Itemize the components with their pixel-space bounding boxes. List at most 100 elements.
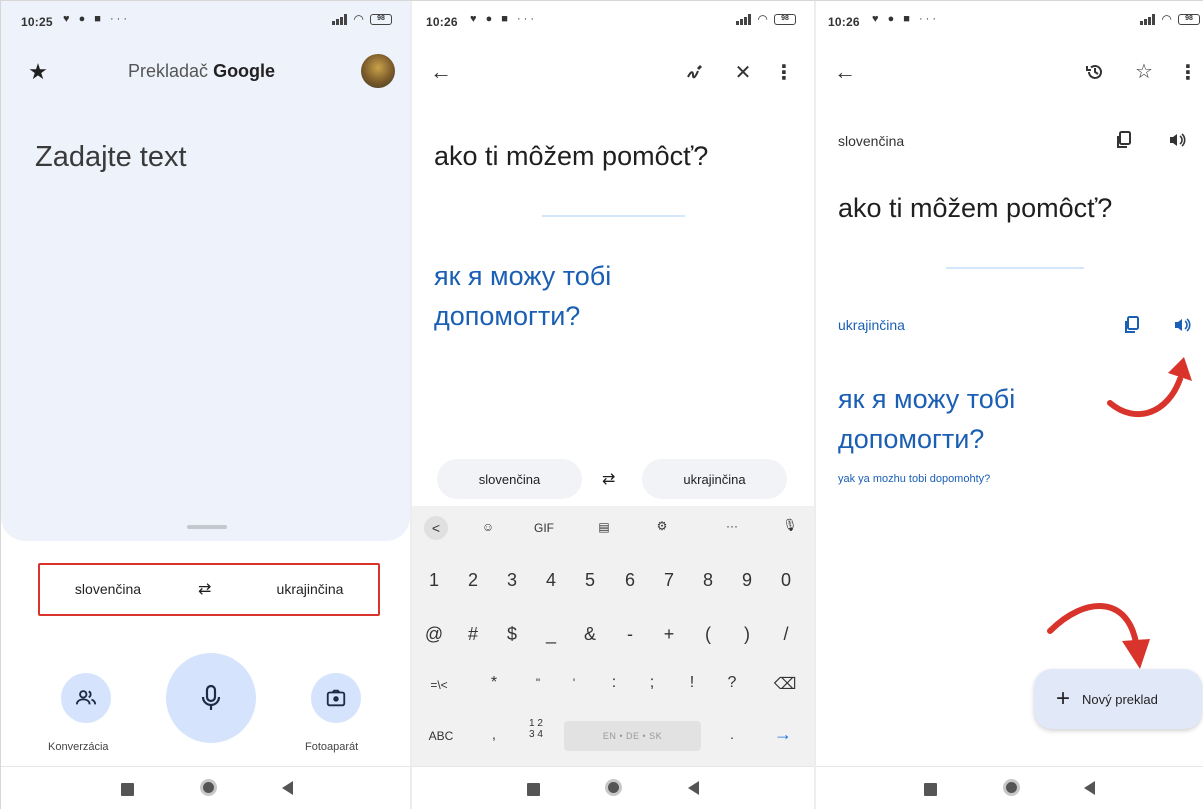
back-nav-icon[interactable]: [1084, 781, 1095, 795]
divider-line: [542, 215, 685, 217]
space-bar[interactable]: EN • DE • SK: [564, 721, 701, 751]
voice-input-icon[interactable]: 🎙: [778, 518, 802, 532]
battery-icon: 98: [1178, 13, 1200, 25]
clear-icon[interactable]: ✕: [730, 59, 756, 85]
source-text-input[interactable]: ako ti môžem pomôcť?: [434, 141, 708, 172]
source-text[interactable]: ako ti môžem pomôcť?: [838, 193, 1112, 224]
people-icon: [75, 690, 97, 705]
home-icon[interactable]: [200, 779, 217, 796]
swap-languages-icon[interactable]: ⇄: [602, 469, 615, 489]
key-5[interactable]: 5: [578, 570, 602, 591]
key-ampersand[interactable]: &: [578, 624, 602, 645]
key-6[interactable]: 6: [618, 570, 642, 591]
microphone-icon: [201, 684, 221, 710]
wifi-icon: ◠: [757, 12, 768, 26]
status-bar: 10:26 ♥ ● ■ ··· ◠ 98: [816, 1, 1203, 45]
key-more-symbols[interactable]: =\<: [422, 678, 456, 692]
input-card[interactable]: [1, 1, 410, 541]
recents-icon[interactable]: [527, 783, 540, 796]
keyboard-collapse-icon[interactable]: <: [424, 516, 448, 540]
microphone-button[interactable]: [166, 653, 256, 743]
signal-icon: [1139, 13, 1156, 25]
translation-output[interactable]: як я можу тобі допомогти?: [434, 256, 611, 336]
back-nav-icon[interactable]: [282, 781, 293, 795]
keyboard[interactable]: < ☺ GIF ▤ ⚙ ··· 🎙 1 2 3 4 5 6 7 8 9 0 @ …: [412, 506, 814, 766]
back-nav-icon[interactable]: [688, 781, 699, 795]
text-input-placeholder[interactable]: Zadajte text: [35, 141, 187, 174]
new-translation-button[interactable]: + Nový preklad: [1034, 669, 1202, 729]
key-hash[interactable]: #: [461, 624, 485, 645]
clipboard-icon[interactable]: ▤: [592, 520, 616, 534]
star-outline-icon[interactable]: ☆: [1131, 58, 1157, 84]
translation-line-1: як я можу тобі: [838, 384, 1016, 414]
home-icon[interactable]: [605, 779, 622, 796]
gif-button[interactable]: GIF: [529, 521, 559, 535]
avatar[interactable]: [361, 54, 395, 88]
handwriting-icon[interactable]: [682, 59, 708, 85]
phone-screen-typing: 10:26 ♥ ● ■ ··· ◠ 98 ← ✕ ⋮ ako ti môžem …: [412, 1, 814, 809]
back-arrow-icon[interactable]: ←: [832, 59, 858, 85]
key-plus[interactable]: +: [657, 624, 681, 645]
key-7[interactable]: 7: [657, 570, 681, 591]
copy-icon[interactable]: [1121, 314, 1143, 336]
camera-icon: [326, 689, 346, 707]
more-options-icon[interactable]: ···: [720, 519, 744, 533]
status-time: 10:25: [21, 15, 53, 29]
speaker-icon[interactable]: [1166, 129, 1188, 151]
home-icon[interactable]: [1003, 779, 1020, 796]
enter-key[interactable]: →: [768, 724, 798, 745]
notification-icons: ♥ ● ■ ···: [63, 13, 130, 25]
key-4[interactable]: 4: [539, 570, 563, 591]
key-period[interactable]: .: [724, 726, 740, 742]
recents-icon[interactable]: [924, 783, 937, 796]
key-3[interactable]: 3: [500, 570, 524, 591]
key-semicolon[interactable]: ;: [640, 674, 664, 692]
key-at[interactable]: @: [422, 624, 446, 645]
notification-icons: ♥ ● ■ ···: [872, 13, 939, 25]
key-double-quote[interactable]: ": [526, 676, 550, 690]
history-icon[interactable]: [1082, 59, 1108, 85]
star-icon[interactable]: ★: [25, 59, 51, 85]
target-language-button[interactable]: ukrajinčina: [642, 459, 787, 499]
key-8[interactable]: 8: [696, 570, 720, 591]
key-exclamation[interactable]: !: [680, 674, 704, 692]
drag-handle[interactable]: [187, 525, 227, 529]
backspace-icon[interactable]: ⌫: [770, 674, 800, 694]
signal-icon: [735, 13, 752, 25]
key-abc[interactable]: ABC: [424, 729, 458, 743]
camera-button[interactable]: [311, 673, 361, 723]
key-single-quote[interactable]: ': [562, 676, 586, 690]
key-question[interactable]: ?: [720, 674, 744, 692]
key-asterisk[interactable]: *: [482, 674, 506, 692]
key-numpad[interactable]: 1 2 3 4: [522, 718, 550, 740]
translation-line-1: як я можу тобі: [434, 261, 612, 291]
key-minus[interactable]: -: [618, 624, 642, 645]
source-language-label: slovenčina: [838, 133, 905, 149]
speaker-icon[interactable]: [1171, 314, 1193, 336]
key-1[interactable]: 1: [422, 570, 446, 591]
conversation-label: Konverzácia: [48, 741, 109, 753]
key-open-paren[interactable]: (: [696, 624, 720, 645]
translation-output[interactable]: як я можу тобі допомогти?: [838, 379, 1015, 459]
translation-line-2: допомогти?: [434, 301, 581, 331]
key-slash[interactable]: /: [774, 624, 798, 645]
recents-icon[interactable]: [121, 783, 134, 796]
source-language-button[interactable]: slovenčina: [437, 459, 582, 499]
more-vert-icon[interactable]: ⋮: [1178, 59, 1198, 85]
key-dollar[interactable]: $: [500, 624, 524, 645]
key-underscore[interactable]: _: [539, 624, 563, 645]
sticker-icon[interactable]: ☺: [476, 520, 500, 534]
back-arrow-icon[interactable]: ←: [428, 59, 454, 85]
copy-icon[interactable]: [1113, 129, 1135, 151]
key-2[interactable]: 2: [461, 570, 485, 591]
more-vert-icon[interactable]: ⋮: [774, 59, 794, 85]
key-comma[interactable]: ,: [486, 726, 502, 742]
key-9[interactable]: 9: [735, 570, 759, 591]
numpad-key-top: 1 2: [529, 718, 543, 729]
conversation-button[interactable]: [61, 673, 111, 723]
battery-icon: 98: [370, 13, 392, 25]
key-close-paren[interactable]: ): [735, 624, 759, 645]
settings-icon[interactable]: ⚙: [650, 519, 674, 533]
key-0[interactable]: 0: [774, 570, 798, 591]
key-colon[interactable]: :: [602, 674, 626, 692]
